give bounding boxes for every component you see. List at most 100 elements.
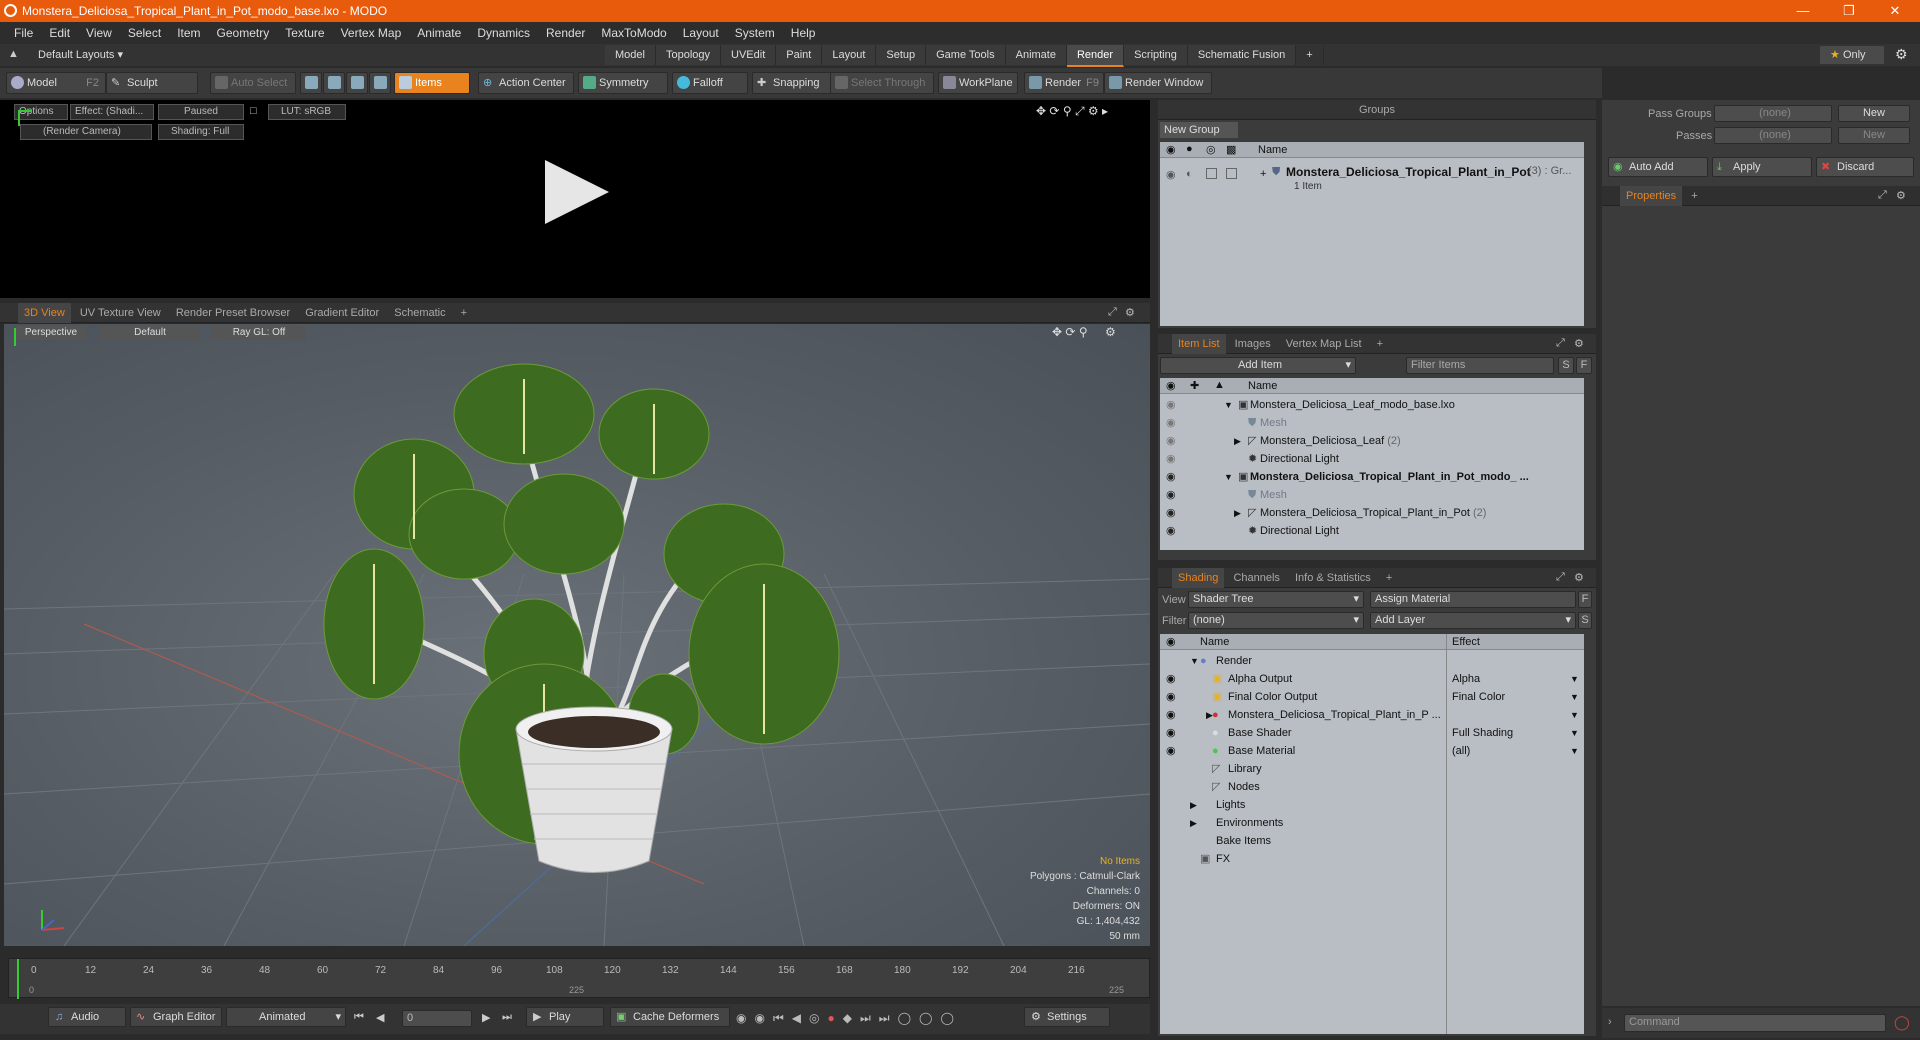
- layout-icon[interactable]: ▲: [8, 48, 19, 60]
- new-group-button[interactable]: New Group: [1160, 122, 1238, 138]
- shader-effect[interactable]: (all): [1452, 742, 1470, 760]
- menu-view[interactable]: View: [78, 22, 120, 44]
- add-tab-button[interactable]: +: [1380, 568, 1398, 588]
- expand-plus-icon[interactable]: +: [1260, 168, 1266, 180]
- menu-select[interactable]: Select: [120, 22, 169, 44]
- s-button[interactable]: S: [1578, 612, 1592, 629]
- select-through-button[interactable]: Select Through: [830, 72, 934, 94]
- chevron-down-icon[interactable]: ▼: [1570, 706, 1579, 724]
- new-pass-button[interactable]: New: [1838, 127, 1910, 144]
- eye-icon[interactable]: ◉: [1166, 168, 1176, 181]
- falloff-button[interactable]: Falloff: [672, 72, 748, 94]
- cache-deformers-button[interactable]: ▣ Cache Deformers: [610, 1007, 730, 1027]
- zoom-icon[interactable]: ⚲: [1063, 104, 1072, 118]
- frame-input[interactable]: 0: [402, 1010, 472, 1027]
- add-tab-button[interactable]: +: [1296, 45, 1324, 65]
- key-icon[interactable]: ◯: [919, 1011, 940, 1025]
- key-icon[interactable]: ◉: [736, 1011, 754, 1025]
- expand-icon[interactable]: ⤢: [1878, 189, 1887, 202]
- material-mode-button[interactable]: [369, 72, 391, 94]
- shader-row[interactable]: ▣ FX: [1160, 850, 1584, 868]
- lock-icon[interactable]: ◐: [1186, 168, 1193, 180]
- key-icon[interactable]: ◉: [754, 1011, 772, 1025]
- menu-item[interactable]: Item: [169, 22, 208, 44]
- render-camera-dropdown[interactable]: (Render Camera): [20, 124, 152, 140]
- paused-button[interactable]: Paused: [158, 104, 244, 120]
- add-tab-button[interactable]: +: [1685, 186, 1703, 206]
- eye-icon[interactable]: ◉: [1166, 486, 1176, 504]
- skip-start-icon[interactable]: ⏮: [354, 1011, 364, 1024]
- group-row[interactable]: ◉ ◐ + ⛊ Monstera_Deliciosa_Tropical_Plan…: [1160, 162, 1584, 196]
- shader-row[interactable]: ▶ Environments: [1160, 814, 1584, 832]
- shader-filter-dropdown[interactable]: (none) ▾: [1188, 612, 1364, 629]
- chevron-down-icon[interactable]: ▼: [1570, 742, 1579, 760]
- passes-dropdown[interactable]: (none): [1714, 127, 1832, 144]
- eye-icon[interactable]: ◉: [1166, 688, 1176, 706]
- shader-row[interactable]: ◉ ▶ ● Monstera_Deliciosa_Tropical_Plant_in_…: [1160, 706, 1584, 724]
- gear-icon[interactable]: ⚙: [1895, 46, 1908, 63]
- chevron-down-icon[interactable]: ▼: [1570, 724, 1579, 742]
- workplane-button[interactable]: WorkPlane: [938, 72, 1018, 94]
- menu-maxtomodo[interactable]: MaxToModo: [593, 22, 674, 44]
- tab-uvedit[interactable]: UVEdit: [721, 45, 777, 65]
- item-row[interactable]: ◉ ▶ ◸ Monstera_Deliciosa_Tropical_Plant_in_…: [1160, 504, 1584, 522]
- expand-icon[interactable]: ⤢: [1556, 337, 1565, 350]
- key-icon[interactable]: ◯: [898, 1011, 919, 1025]
- chevron-down-icon[interactable]: ▼: [1570, 688, 1579, 706]
- shader-row[interactable]: ◉ ● Base Shader Full Shading ▼: [1160, 724, 1584, 742]
- polygon-mode-button[interactable]: [346, 72, 368, 94]
- menu-file[interactable]: File: [6, 22, 41, 44]
- menu-help[interactable]: Help: [783, 22, 824, 44]
- eye-icon[interactable]: ◉: [1166, 450, 1176, 468]
- items-mode-button[interactable]: Items: [394, 72, 470, 94]
- auto-add-button[interactable]: ◉ Auto Add: [1608, 157, 1708, 177]
- assign-material-button[interactable]: Assign Material: [1370, 591, 1576, 608]
- chevron-down-icon[interactable]: ▼: [1570, 670, 1579, 688]
- menu-geometry[interactable]: Geometry: [209, 22, 278, 44]
- key-icon[interactable]: ◎: [809, 1011, 827, 1025]
- graph-editor-button[interactable]: ∿ Graph Editor: [130, 1007, 222, 1027]
- new-pass-group-button[interactable]: New: [1838, 105, 1910, 122]
- action-center-button[interactable]: ⊕ Action Center: [478, 72, 574, 94]
- filter-s-button[interactable]: S: [1558, 357, 1574, 374]
- shader-row[interactable]: ◉ ▣ Final Color Output Final Color ▼: [1160, 688, 1584, 706]
- command-input[interactable]: Command: [1624, 1014, 1886, 1032]
- timeline[interactable]: 0 12 24 36 48 60 72 84 96 108 120 132 14…: [8, 958, 1150, 999]
- tab-schematic-fusion[interactable]: Schematic Fusion: [1187, 45, 1297, 65]
- tab-animate[interactable]: Animate: [1005, 45, 1067, 65]
- skip-end-icon[interactable]: ⏭: [879, 1011, 898, 1025]
- eye-icon[interactable]: ◉: [1166, 724, 1176, 742]
- timeline-playhead[interactable]: [17, 959, 19, 999]
- zoom-icon[interactable]: ⚲: [1079, 325, 1088, 339]
- tab-info-statistics[interactable]: Info & Statistics: [1289, 568, 1377, 588]
- record-icon[interactable]: ●: [828, 1011, 843, 1025]
- apply-button[interactable]: ⤓ Apply: [1712, 157, 1812, 177]
- effect-dropdown[interactable]: Effect: (Shadi...: [70, 104, 154, 120]
- expand-right-icon[interactable]: ▶: [1234, 504, 1241, 522]
- audio-button[interactable]: ♫ Audio: [48, 1007, 126, 1027]
- eye-icon[interactable]: ◉: [1166, 504, 1176, 522]
- item-row[interactable]: ◉ ✹ Directional Light: [1160, 522, 1584, 540]
- gear-icon[interactable]: ⚙: [1896, 189, 1906, 202]
- shader-row[interactable]: ◉ ● Base Material (all) ▼: [1160, 742, 1584, 760]
- eye-icon[interactable]: ◉: [1166, 706, 1176, 724]
- tab-images[interactable]: Images: [1229, 334, 1277, 354]
- tab-3d-view[interactable]: 3D View: [18, 303, 71, 323]
- shader-row[interactable]: Bake Items: [1160, 832, 1584, 850]
- shader-tree[interactable]: ◉ Name Effect ▼ ● Render ◉ ▣ Alpha Output Alph…: [1160, 634, 1584, 1034]
- menu-layout[interactable]: Layout: [675, 22, 727, 44]
- render-window-button[interactable]: Render Window: [1104, 72, 1212, 94]
- expand-right-icon[interactable]: ▶: [1234, 432, 1241, 450]
- menu-render[interactable]: Render: [538, 22, 593, 44]
- menu-system[interactable]: System: [727, 22, 783, 44]
- menu-vertex-map[interactable]: Vertex Map: [333, 22, 410, 44]
- lut-dropdown[interactable]: LUT: sRGB: [268, 104, 346, 120]
- rotate-icon[interactable]: ⟳: [1065, 325, 1075, 339]
- tab-uv-texture-view[interactable]: UV Texture View: [74, 303, 167, 323]
- shader-row[interactable]: ▶ Lights: [1160, 796, 1584, 814]
- key-icon[interactable]: ◆: [843, 1011, 860, 1025]
- item-row[interactable]: ◉ ▼ ▣ Monstera_Deliciosa_Leaf_modo_base.lxo: [1160, 396, 1584, 414]
- checkbox[interactable]: [1206, 168, 1217, 179]
- 3d-viewport[interactable]: Perspective Default Ray GL: Off ✥ ⟳ ⚲ ⚙ …: [4, 324, 1150, 946]
- play-button[interactable]: ▶ Play: [526, 1007, 604, 1027]
